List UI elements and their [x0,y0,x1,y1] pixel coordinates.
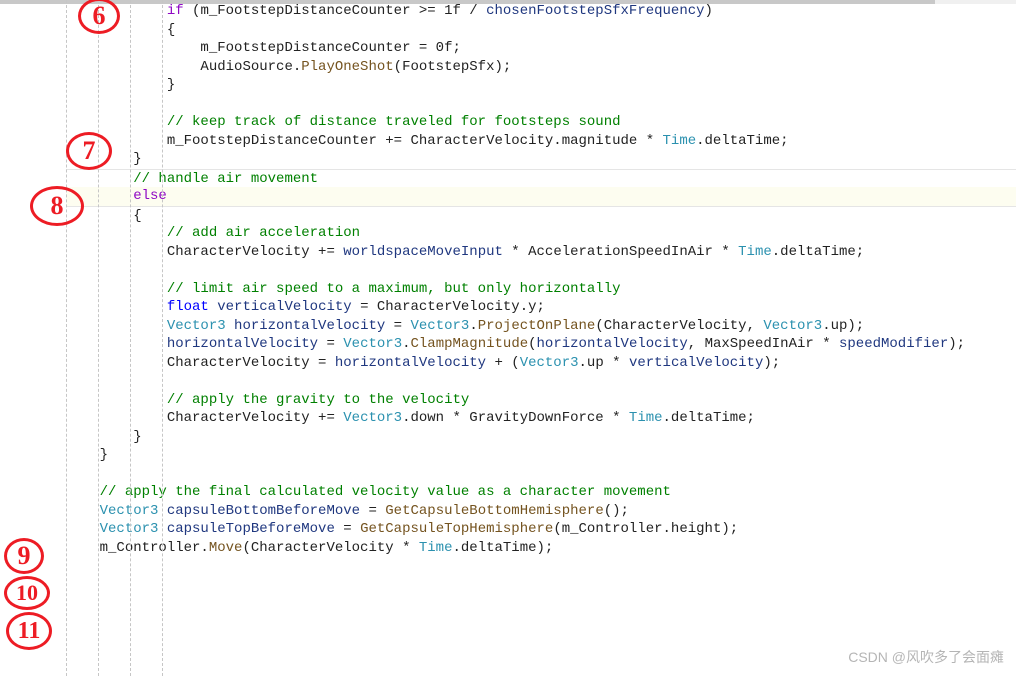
code-line-highlighted[interactable]: else [66,187,1016,206]
code-line[interactable]: } [66,446,1016,465]
code-editor[interactable]: if (m_FootstepDistanceCounter >= 1f / ch… [0,0,1016,557]
code-line[interactable]: } [66,428,1016,447]
code-line[interactable]: m_FootstepDistanceCounter += CharacterVe… [66,132,1016,151]
code-line[interactable]: } [66,76,1016,95]
code-line[interactable]: { [66,21,1016,40]
code-line[interactable]: if (m_FootstepDistanceCounter >= 1f / ch… [66,2,1016,21]
code-line[interactable]: CharacterVelocity += worldspaceMoveInput… [66,243,1016,262]
code-line[interactable]: // limit air speed to a maximum, but onl… [66,280,1016,299]
code-line[interactable]: CharacterVelocity += Vector3.down * Grav… [66,409,1016,428]
code-line[interactable]: Vector3 capsuleBottomBeforeMove = GetCap… [66,502,1016,521]
code-line[interactable]: // keep track of distance traveled for f… [66,113,1016,132]
code-line[interactable]: { [66,206,1016,225]
code-line[interactable] [66,261,1016,280]
code-line[interactable]: // handle air movement [66,169,1016,188]
code-line[interactable]: Vector3 capsuleTopBeforeMove = GetCapsul… [66,520,1016,539]
code-line[interactable]: horizontalVelocity = Vector3.ClampMagnit… [66,335,1016,354]
code-line[interactable]: Vector3 horizontalVelocity = Vector3.Pro… [66,317,1016,336]
code-line[interactable]: m_FootstepDistanceCounter = 0f; [66,39,1016,58]
code-line[interactable]: } [66,150,1016,169]
code-line[interactable]: m_Controller.Move(CharacterVelocity * Ti… [66,539,1016,558]
code-line[interactable] [66,465,1016,484]
code-line[interactable]: float verticalVelocity = CharacterVeloci… [66,298,1016,317]
code-line[interactable]: // apply the gravity to the velocity [66,391,1016,410]
annotation-10: 10 [4,576,50,610]
code-line[interactable] [66,95,1016,114]
watermark: CSDN @风吹多了会面瘫 [848,647,1004,667]
code-line[interactable]: // apply the final calculated velocity v… [66,483,1016,502]
code-line[interactable]: // add air acceleration [66,224,1016,243]
annotation-11: 11 [6,612,52,650]
code-line[interactable] [66,372,1016,391]
code-line[interactable]: AudioSource.PlayOneShot(FootstepSfx); [66,58,1016,77]
code-line[interactable]: CharacterVelocity = horizontalVelocity +… [66,354,1016,373]
